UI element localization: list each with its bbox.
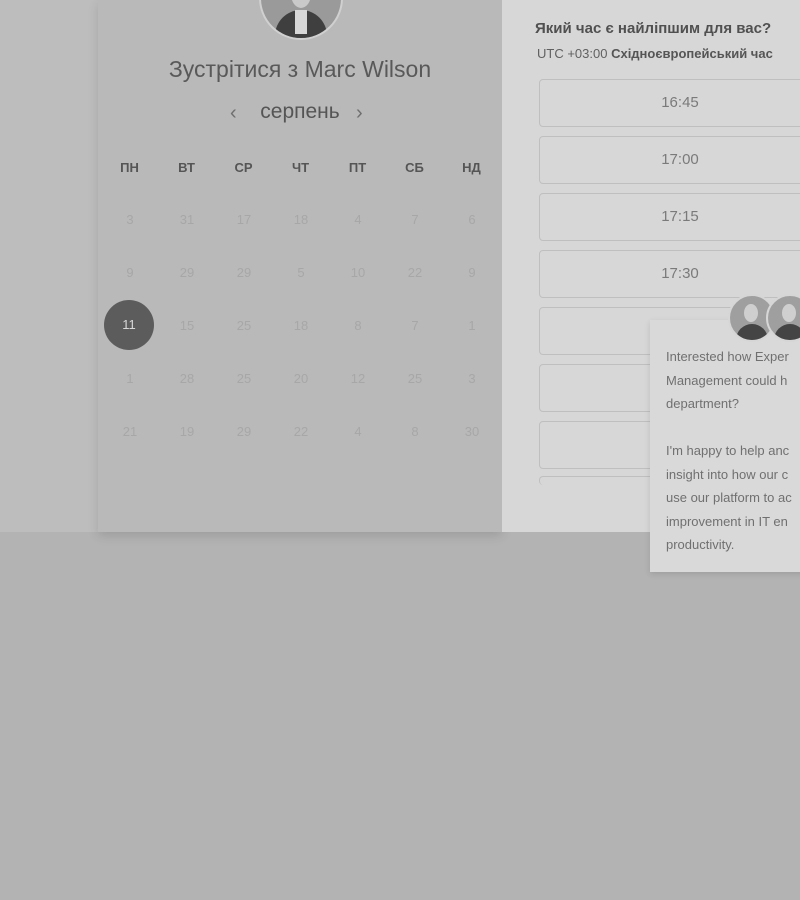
calendar-day: 6 [468,212,476,227]
calendar-day: 18 [293,212,309,227]
calendar-day: 7 [411,212,419,227]
prev-month-icon[interactable]: ‹ [230,102,237,125]
chat-message: Interested how Exper Management could h … [666,349,792,552]
calendar-day: 7 [411,318,419,333]
timezone-name: Східноєвропейський час [611,46,773,61]
time-question-heading: Який час є найліпшим для вас? [535,20,772,37]
calendar-day: 9 [126,265,134,280]
selected-calendar-day[interactable]: 11 [104,300,154,350]
chat-popup[interactable]: Interested how Exper Management could h … [650,320,800,572]
calendar-day: 21 [122,424,138,439]
calendar-day: 25 [236,318,252,333]
calendar-day: 12 [350,371,366,386]
weekday-label: ВТ [178,160,195,175]
weekday-label: СБ [405,160,424,175]
calendar-day: 31 [179,212,195,227]
calendar-day: 4 [354,212,362,227]
calendar-day: 4 [354,424,362,439]
time-slot-button[interactable]: 17:30 [539,250,800,298]
calendar-day: 18 [293,318,309,333]
host-avatar [259,0,343,40]
calendar-day: 19 [179,424,195,439]
weekday-label: ПТ [348,160,367,175]
calendar-day: 5 [297,265,305,280]
month-navigator: серпень ‹ › [98,100,502,130]
next-month-icon[interactable]: › [356,102,363,125]
calendar-day: 25 [236,371,252,386]
calendar-day: 30 [464,424,480,439]
time-slot-button[interactable]: 17:15 [539,193,800,241]
calendar-day: 15 [179,318,195,333]
weekday-label: ПН [120,160,139,175]
calendar-day: 3 [468,371,476,386]
calendar-day: 22 [407,265,423,280]
calendar-day: 20 [293,371,309,386]
calendar-day: 28 [179,371,195,386]
calendar-day: 1 [126,371,134,386]
calendar-day: 29 [236,265,252,280]
calendar-day: 29 [179,265,195,280]
calendar-day: 17 [236,212,252,227]
meeting-title: Зустрітися з Marc Wilson [168,56,432,82]
calendar-day: 10 [350,265,366,280]
weekday-label: ЧТ [291,160,310,175]
time-slot-button[interactable]: 17:00 [539,136,800,184]
calendar-day: 9 [468,265,476,280]
calendar-day: 25 [407,371,423,386]
timezone-label[interactable]: UTC +03:00 Східноєвропейський час [537,46,773,61]
calendar-day: 22 [293,424,309,439]
calendar-panel: Зустрітися з Marc Wilson серпень ‹ › ПН … [98,0,502,532]
weekday-label: НД [462,160,481,175]
calendar-day: 1 [468,318,476,333]
time-slot-button[interactable]: 16:45 [539,79,800,127]
calendar-day: 8 [411,424,419,439]
timezone-offset: UTC +03:00 [537,46,608,61]
calendar-day: 29 [236,424,252,439]
month-label: серпень [260,100,340,123]
weekday-label: СР [234,160,253,175]
calendar-day: 8 [354,318,362,333]
calendar-day: 3 [126,212,134,227]
